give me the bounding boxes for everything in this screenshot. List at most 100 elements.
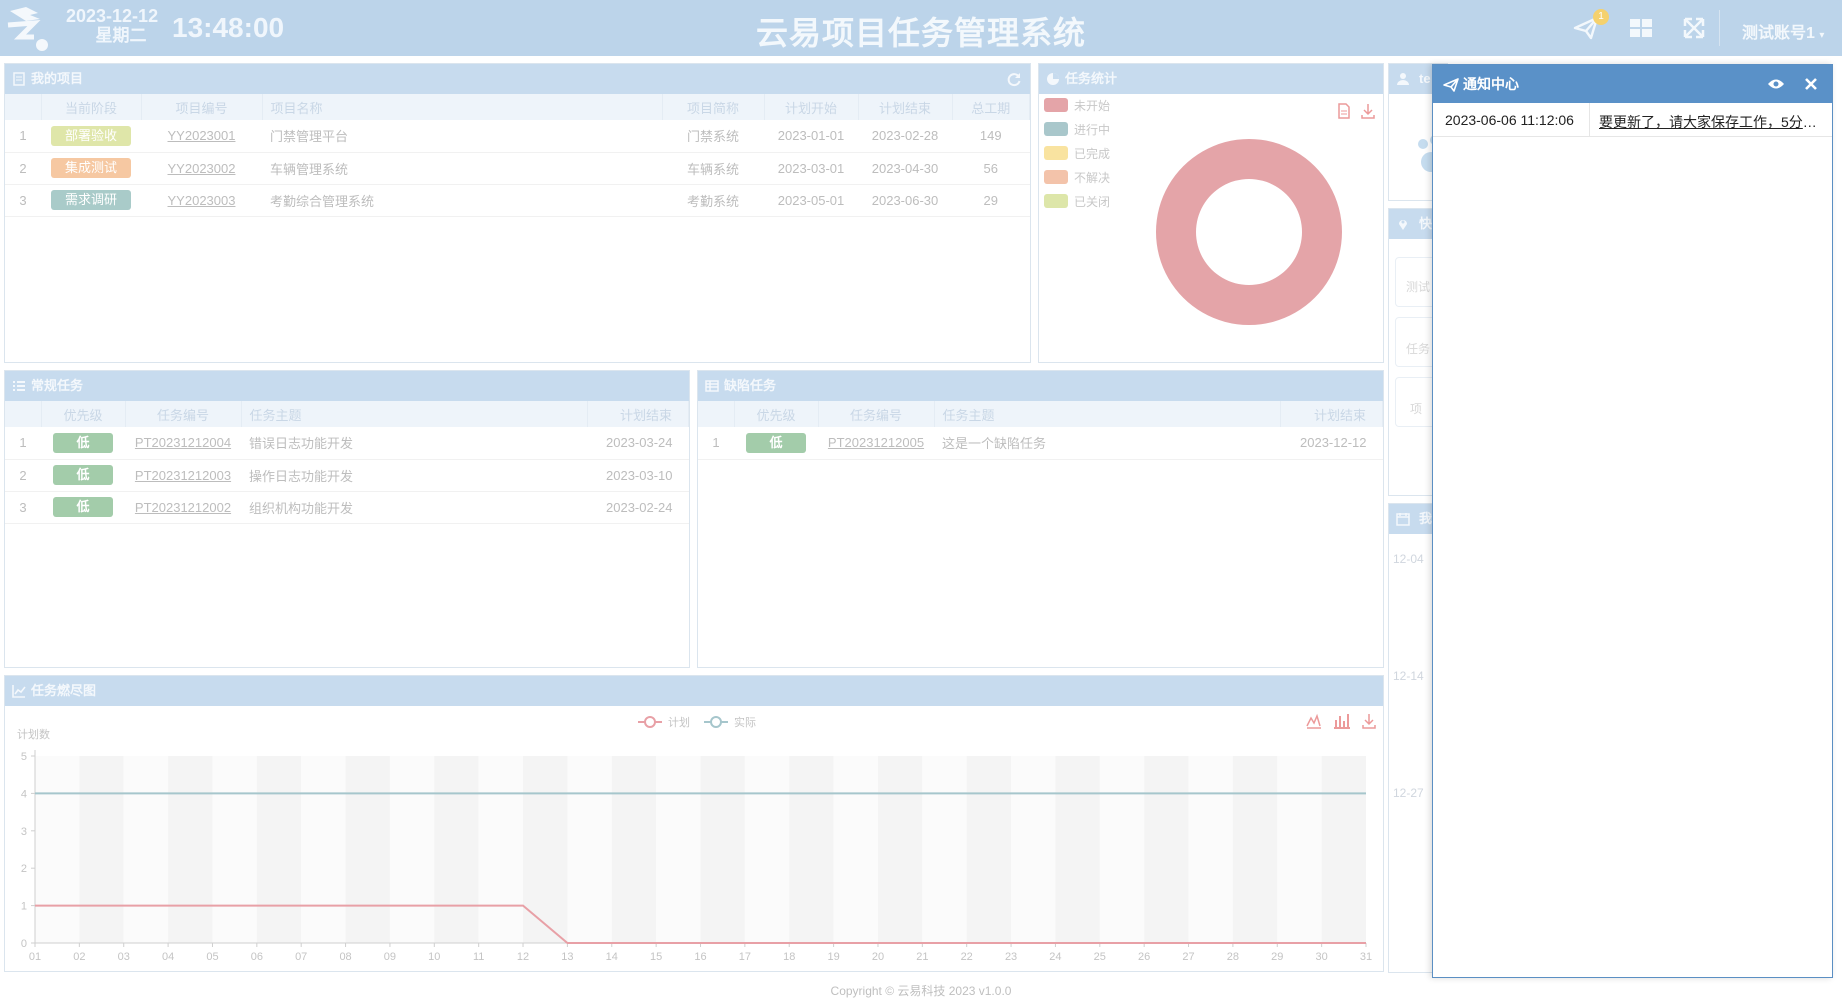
grid-band [212, 756, 257, 943]
fullscreen-icon[interactable] [1680, 14, 1708, 42]
refresh-icon[interactable] [1006, 71, 1022, 87]
table-row[interactable]: 1 部署验收 YY2023001 门禁管理平台 门禁系统 2023-01-01 2023-0… [5, 120, 1030, 153]
task-code-cell: PT20231212005 [818, 427, 934, 460]
notification-header: 通知中心 [1433, 65, 1832, 103]
x-tick-label: 15 [650, 951, 662, 963]
legend-label: 进行中 [1074, 123, 1111, 137]
defect-tasks-header: 缺陷任务 [698, 371, 1383, 401]
project-code-link[interactable]: YY2023003 [168, 193, 236, 208]
plan-start: 2023-03-01 [764, 152, 858, 185]
col-task-code: 任务编号 [125, 401, 242, 427]
legend-item[interactable]: 已关闭 [1044, 192, 1110, 216]
col-days: 总工期 [952, 94, 1030, 120]
projects-table: 当前阶段 项目编号 项目名称 项目简称 计划开始 计划结束 总工期 1 部署验收 Y… [5, 94, 1030, 217]
table-row[interactable]: 3 需求调研 YY2023003 考勤综合管理系统 考勤系统 2023-05-01 2023… [5, 184, 1030, 217]
plan-start: 2023-05-01 [764, 184, 858, 217]
eye-icon[interactable] [1767, 77, 1785, 91]
user-label: te [1419, 71, 1431, 86]
table-row[interactable]: 2 集成测试 YY2023002 车辆管理系统 车辆系统 2023-03-01 2023-0… [5, 152, 1030, 185]
burndown-title: 任务燃尽图 [31, 683, 97, 698]
location-icon [1399, 220, 1407, 230]
table-row[interactable]: 2 低 PT20231212003 操作日志功能开发 2023-03-10 [5, 459, 689, 492]
project-name: 考勤综合管理系统 [262, 184, 662, 217]
account-menu[interactable]: 测试账号1 ▾ [1742, 19, 1824, 43]
task-code-cell: PT20231212003 [125, 459, 241, 492]
stage-cell: 需求调研 [41, 184, 141, 217]
legend-label[interactable]: 计划 [668, 716, 690, 729]
table-row[interactable]: 1 低 PT20231212004 错误日志功能开发 2023-03-24 [5, 427, 689, 460]
grid-band [922, 756, 967, 943]
grid-band [567, 756, 612, 943]
plan-end: 2023-03-10 [587, 459, 689, 492]
burndown-chart: 计划数01234501 02 03 04 05 06 07 08 09 10 11 12 13 14 15 1… [17, 715, 1372, 963]
stage-badge: 部署验收 [51, 125, 131, 146]
row-index: 2 [5, 459, 41, 492]
x-tick-label: 14 [606, 951, 618, 963]
row-index: 3 [5, 491, 41, 524]
legend-item[interactable]: 已完成 [1044, 144, 1110, 168]
legend-label: 已完成 [1074, 147, 1111, 161]
task-code-link[interactable]: PT20231212002 [135, 500, 231, 515]
table-row[interactable]: 3 低 PT20231212002 组织机构功能开发 2023-02-24 [5, 491, 689, 524]
close-icon[interactable] [1805, 78, 1817, 90]
y-tick-label: 2 [21, 863, 27, 875]
col-priority: 优先级 [41, 401, 126, 427]
stage-cell: 集成测试 [41, 152, 141, 185]
donut-slice[interactable] [1155, 139, 1342, 325]
project-code-link[interactable]: YY2023001 [168, 128, 236, 143]
x-tick-label: 10 [428, 951, 440, 963]
task-code-link[interactable]: PT20231212003 [135, 468, 231, 483]
grid-band [1232, 756, 1278, 943]
grid-band [611, 756, 657, 943]
y-tick-label: 5 [21, 751, 27, 763]
notification-item[interactable]: 2023-06-06 11:12:06 要更新了，请大家保存工作，5分钟后重启。 [1433, 103, 1832, 137]
x-tick-label: 13 [561, 951, 573, 963]
pie-chart-icon [1047, 73, 1059, 85]
col-code: 项目编号 [141, 94, 263, 120]
download-icon[interactable] [1359, 102, 1377, 120]
grid-band [700, 756, 745, 943]
legend-label: 不解决 [1074, 171, 1111, 185]
plan-end: 2023-12-12 [1280, 427, 1383, 460]
export-file-icon[interactable] [1335, 102, 1353, 120]
notification-badge: 1 [1593, 9, 1609, 25]
notification-message[interactable]: 要更新了，请大家保存工作，5分钟后重启。 [1599, 112, 1823, 132]
code-cell: YY2023002 [141, 152, 262, 185]
project-short-name: 车辆系统 [662, 152, 764, 185]
my-projects-header: 我的项目 [5, 64, 1030, 94]
col-subject: 任务主题 [934, 401, 1281, 427]
my-projects-panel: 我的项目 当前阶段 项目编号 项目名称 项目简称 计划开始 计划结束 总工期 1… [4, 63, 1031, 363]
x-tick-label: 18 [783, 951, 795, 963]
col-priority: 优先级 [734, 401, 819, 427]
col-start: 计划开始 [764, 94, 859, 120]
task-code-cell: PT20231212002 [125, 491, 241, 524]
x-tick-label: 27 [1182, 951, 1194, 963]
x-tick-label: 25 [1094, 951, 1106, 963]
task-code-link[interactable]: PT20231212005 [828, 435, 924, 450]
legend-label[interactable]: 实际 [734, 715, 756, 729]
notification-list: 2023-06-06 11:12:06 要更新了，请大家保存工作，5分钟后重启。 [1433, 103, 1832, 137]
x-tick-label: 11 [473, 951, 484, 963]
line-chart-icon [12, 685, 26, 698]
legend-item[interactable]: 不解决 [1044, 168, 1110, 192]
y-tick-label: 4 [21, 788, 27, 800]
legend-item[interactable]: 未开始 [1044, 96, 1110, 120]
divider [1719, 10, 1720, 46]
x-tick-label: 17 [739, 951, 751, 963]
legend-swatch [1044, 98, 1068, 112]
task-subject: 这是一个缺陷任务 [934, 427, 1280, 460]
grid-band [877, 756, 923, 943]
x-tick-label: 02 [73, 951, 85, 963]
legend-item[interactable]: 进行中 [1044, 120, 1110, 144]
grid-band [1144, 756, 1189, 943]
grid-band [1011, 756, 1056, 943]
table-row[interactable]: 1 低 PT20231212005 这是一个缺陷任务 2023-12-12 [698, 427, 1383, 460]
list-icon [13, 381, 25, 391]
task-code-link[interactable]: PT20231212004 [135, 435, 231, 450]
grid-icon[interactable] [1627, 14, 1655, 42]
project-code-link[interactable]: YY2023002 [168, 161, 236, 176]
grid-band [123, 756, 169, 943]
grid-band [478, 756, 524, 943]
total-days: 29 [952, 184, 1030, 217]
account-name: 测试账号1 [1742, 25, 1815, 42]
